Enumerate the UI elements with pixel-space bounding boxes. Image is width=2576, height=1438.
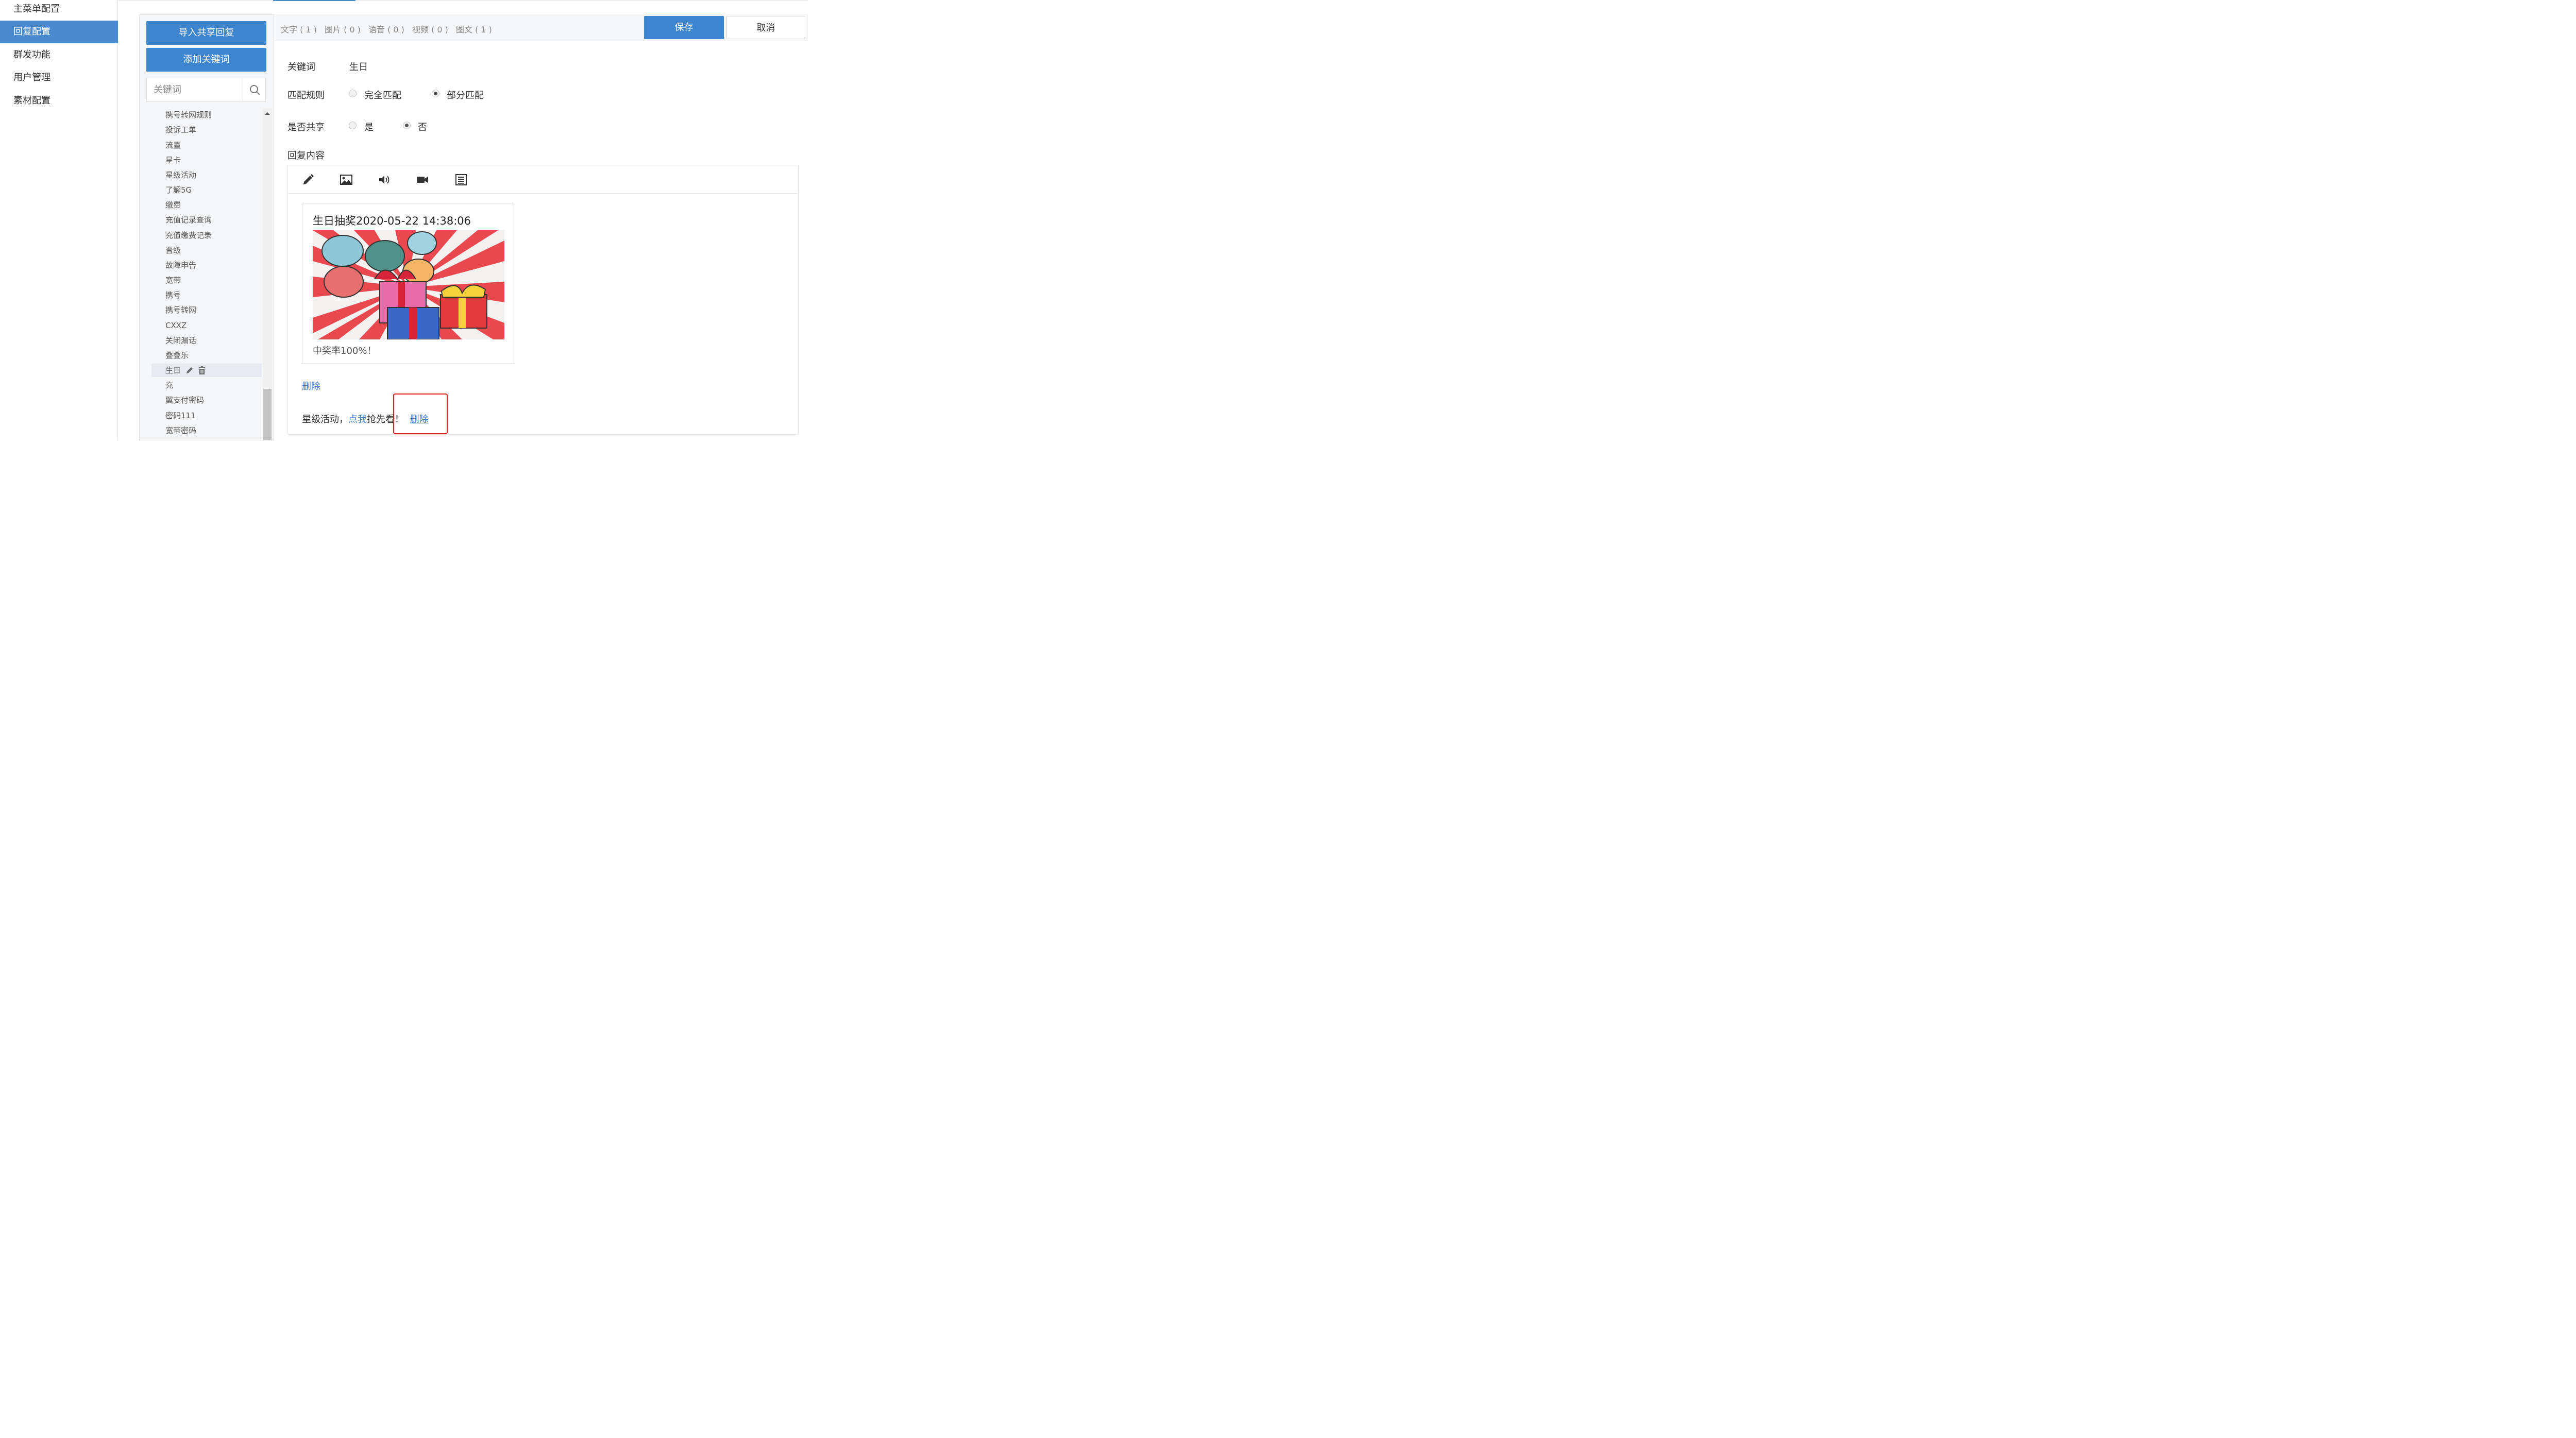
list-item[interactable]: 故障申告 [151, 259, 262, 272]
search-button[interactable] [243, 78, 266, 101]
list-item[interactable]: 充 [151, 379, 262, 392]
radio-partial-match-label[interactable]: 部分匹配 [447, 88, 484, 101]
list-item[interactable]: 充值缴费记录 [151, 229, 262, 242]
tab-voice[interactable]: 语音 ( 0 ) [368, 23, 404, 35]
list-item[interactable]: 星卡 [151, 153, 262, 167]
tab-video[interactable]: 视频 ( 0 ) [412, 23, 448, 35]
keyword-value: 生日 [349, 62, 368, 73]
video-camera-icon[interactable] [416, 173, 429, 186]
save-button[interactable]: 保存 [644, 16, 724, 39]
list-item[interactable]: 充值记录查询 [151, 213, 262, 227]
keyword-search-input[interactable] [147, 78, 243, 101]
pencil-icon[interactable] [185, 366, 194, 375]
image-icon[interactable] [340, 173, 353, 186]
text-reply-link[interactable]: 点我 [348, 414, 367, 425]
list-item[interactable]: 携号转网 [151, 303, 262, 317]
list-item[interactable]: 宽带 [151, 273, 262, 287]
top-tab-indicator [273, 0, 355, 1]
text-reply-prefix: 星级活动， [302, 414, 348, 425]
menu-item-main-menu-config[interactable]: 主菜单配置 [0, 0, 118, 21]
radio-share-no-label[interactable]: 否 [418, 120, 427, 133]
reply-content-label: 回复内容 [287, 150, 325, 161]
speaker-icon[interactable] [378, 173, 391, 186]
delete-article-link[interactable]: 删除 [302, 379, 320, 392]
scrollbar-thumb[interactable] [263, 389, 272, 440]
list-item[interactable]: 了解5G [151, 183, 262, 197]
search-icon [250, 85, 260, 95]
highlight-annotation-box [393, 393, 448, 434]
keyword-search [146, 78, 266, 101]
list-item[interactable]: 翼支付密码 [151, 393, 262, 407]
scroll-up-arrow-icon[interactable] [264, 111, 270, 115]
main-menu-sidebar: 主菜单配置 回复配置 群发功能 用户管理 素材配置 [0, 0, 118, 440]
trash-icon[interactable] [198, 366, 206, 375]
article-card-description: 中奖率100%！ [313, 346, 377, 356]
list-item[interactable]: 宽带密码 [151, 424, 262, 437]
list-item[interactable]: 流量 [151, 139, 262, 152]
radio-share-yes[interactable] [349, 122, 357, 129]
list-item-label: 生日 [165, 366, 181, 375]
list-item[interactable]: 叠叠乐 [151, 349, 262, 362]
article-cover-image [313, 230, 504, 339]
menu-item-reply-config[interactable]: 回复配置 [0, 21, 118, 43]
add-keyword-button[interactable]: 添加关键词 [146, 48, 266, 72]
radio-partial-match[interactable] [432, 90, 439, 97]
list-item-selected[interactable]: 生日 [151, 364, 262, 377]
menu-item-user-management[interactable]: 用户管理 [0, 66, 118, 89]
radio-exact-match[interactable] [349, 90, 357, 97]
pencil-icon[interactable] [301, 173, 315, 186]
article-icon[interactable] [454, 173, 468, 186]
keyword-label: 关键词 [287, 62, 315, 73]
tab-image[interactable]: 图片 ( 0 ) [325, 23, 361, 35]
radio-exact-match-label[interactable]: 完全匹配 [364, 88, 401, 101]
list-item[interactable]: CXXZ [151, 319, 262, 332]
menu-item-mass-send[interactable]: 群发功能 [0, 44, 118, 66]
share-label: 是否共享 [287, 122, 325, 133]
article-card[interactable]: 生日抽奖2020-05-22 14:38:06 中奖率100%！ [302, 203, 514, 364]
list-item[interactable]: 缴费 [151, 198, 262, 212]
cancel-button[interactable]: 取消 [726, 16, 805, 39]
match-rule-label: 匹配规则 [287, 90, 325, 101]
list-item[interactable]: 携号转网规则 [151, 108, 262, 122]
editor-toolbar [288, 165, 798, 194]
top-divider [118, 0, 808, 1]
tab-text[interactable]: 文字 ( 1 ) [281, 23, 317, 35]
list-item[interactable]: 关闭漏话 [151, 334, 262, 347]
menu-item-material-config[interactable]: 素材配置 [0, 90, 118, 112]
tab-article[interactable]: 图文 ( 1 ) [456, 23, 492, 35]
list-item[interactable]: 晋级 [151, 244, 262, 257]
list-item[interactable]: 密码111 [151, 409, 262, 422]
radio-share-yes-label[interactable]: 是 [364, 120, 374, 133]
list-item[interactable]: 投诉工单 [151, 123, 262, 136]
article-card-title: 生日抽奖2020-05-22 14:38:06 [313, 215, 471, 227]
radio-share-no[interactable] [403, 122, 411, 129]
import-shared-reply-button[interactable]: 导入共享回复 [146, 21, 266, 45]
list-item[interactable]: 星级活动 [151, 168, 262, 182]
list-item[interactable]: 携号 [151, 288, 262, 302]
